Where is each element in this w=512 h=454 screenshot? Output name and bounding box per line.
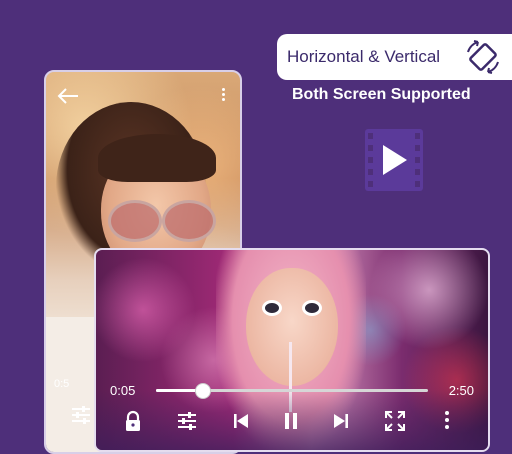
video-play-icon: [365, 129, 423, 191]
back-arrow-icon[interactable]: [56, 86, 80, 106]
headline-subtitle: Both Screen Supported: [292, 86, 471, 103]
portrait-topbar: [52, 86, 234, 106]
portrait-time-current: 0:5: [54, 378, 70, 390]
rotate-icon: [467, 40, 499, 74]
pause-icon[interactable]: [280, 410, 302, 432]
equalizer-icon[interactable]: [70, 404, 92, 426]
skip-next-icon[interactable]: [330, 410, 352, 432]
horizontal-player[interactable]: 0:05 2:50: [94, 248, 490, 452]
equalizer-icon[interactable]: [176, 410, 198, 432]
more-vertical-icon[interactable]: [218, 86, 228, 106]
headline-title: Horizontal & Vertical: [287, 47, 441, 66]
headline-badge: Horizontal & Vertical: [277, 34, 512, 80]
more-vertical-icon[interactable]: [442, 410, 452, 432]
lock-icon[interactable]: [122, 410, 144, 432]
time-current: 0:05: [110, 383, 136, 398]
time-total: 2:50: [448, 383, 474, 398]
fullscreen-icon[interactable]: [384, 410, 406, 432]
skip-previous-icon[interactable]: [230, 410, 252, 432]
seek-bar[interactable]: [156, 383, 428, 399]
